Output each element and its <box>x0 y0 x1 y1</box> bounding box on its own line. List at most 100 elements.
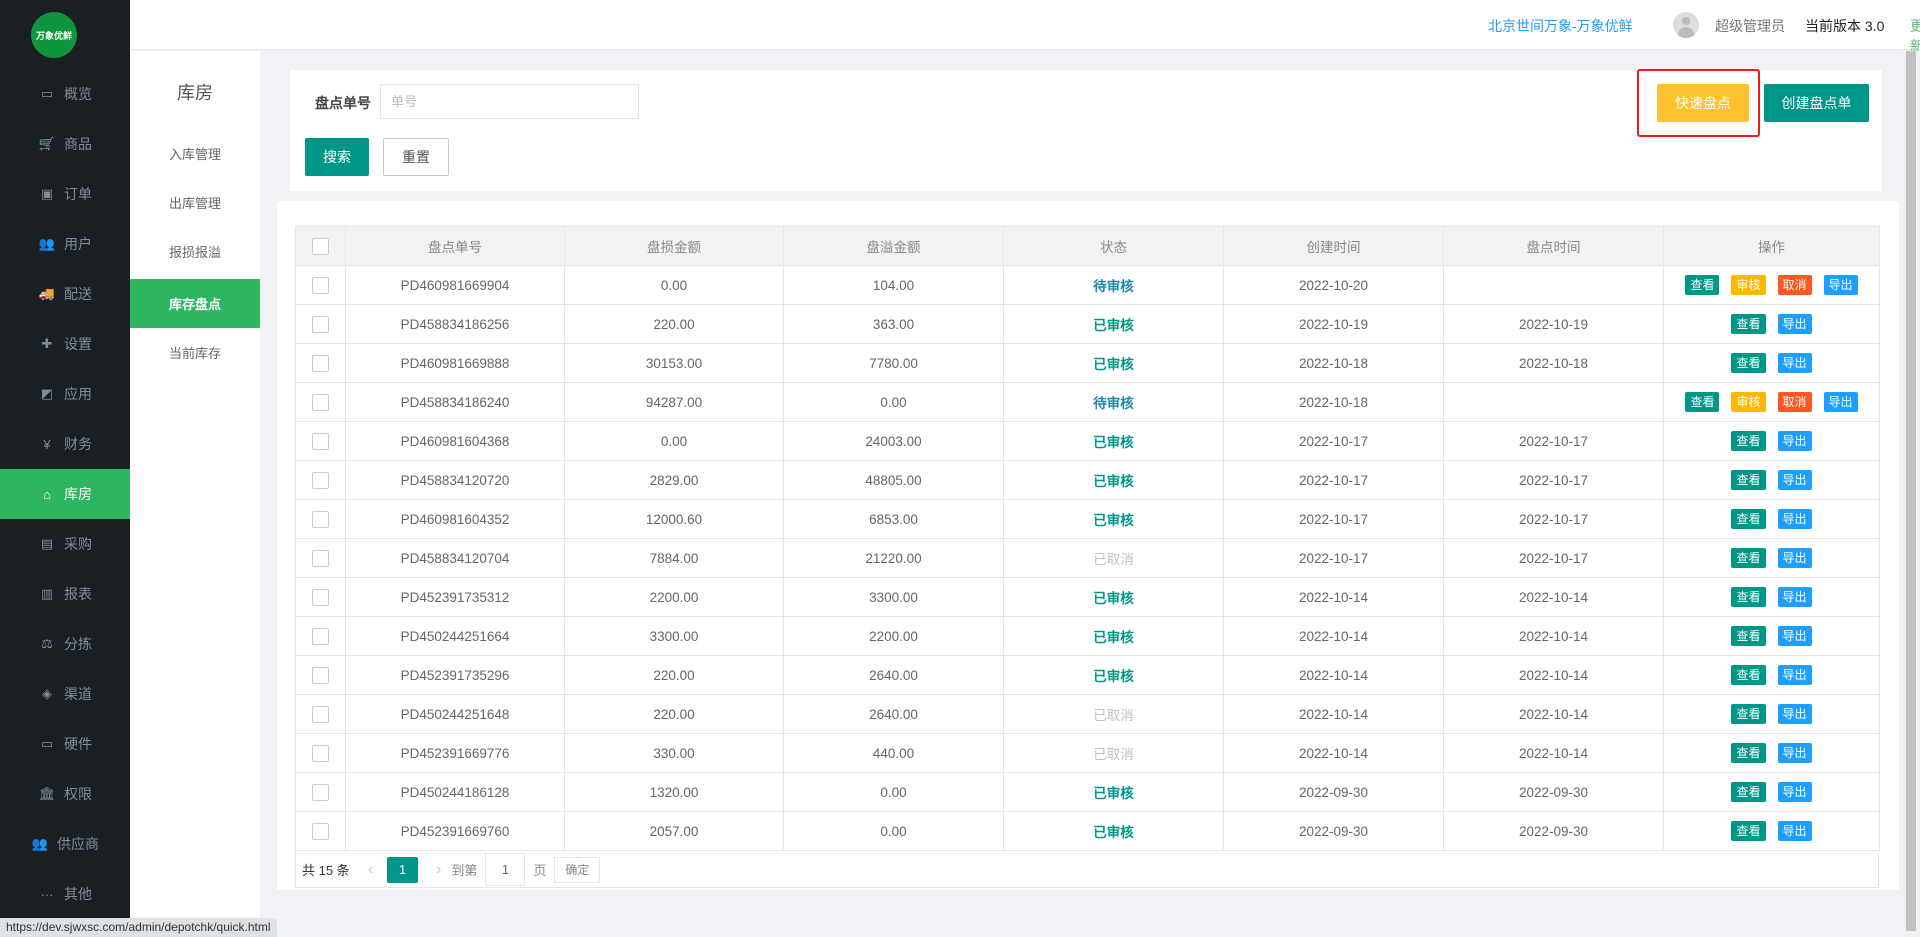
sidebar-item-2[interactable]: ▣ 订单 <box>0 169 130 219</box>
logo[interactable]: 万象优鲜 <box>31 12 77 58</box>
row-checkbox[interactable] <box>312 432 329 450</box>
view-button[interactable]: 查看 <box>1731 626 1766 646</box>
export-button[interactable]: 导出 <box>1777 665 1812 685</box>
subnav-item-4[interactable]: 当前库存 <box>130 328 260 377</box>
select-cell <box>295 811 346 851</box>
subnav-item-2[interactable]: 报损报溢 <box>130 227 260 276</box>
update-link[interactable]: 更新 <box>1910 16 1920 56</box>
export-button[interactable]: 导出 <box>1777 431 1812 451</box>
cancel-button[interactable]: 取消 <box>1777 275 1812 295</box>
view-button[interactable]: 查看 <box>1731 665 1766 685</box>
gain-amount: 0.00 <box>783 772 1004 812</box>
sidebar-item-5[interactable]: ✚ 设置 <box>0 319 130 369</box>
view-button[interactable]: 查看 <box>1685 275 1720 295</box>
export-button[interactable]: 导出 <box>1777 782 1812 802</box>
page-input[interactable] <box>485 853 526 886</box>
export-button[interactable]: 导出 <box>1777 704 1812 724</box>
sidebar-item-11[interactable]: ⚖ 分拣 <box>0 619 130 669</box>
cancel-button[interactable]: 取消 <box>1777 392 1812 412</box>
company-name[interactable]: 北京世间万象-万象优鲜 <box>1488 16 1633 36</box>
sidebar-item-label: 用户 <box>64 236 92 252</box>
row-checkbox[interactable] <box>312 744 329 762</box>
sidebar-item-16[interactable]: ··· 其他 <box>0 869 130 919</box>
select-all-checkbox[interactable] <box>312 237 329 255</box>
audit-button[interactable]: 审核 <box>1731 275 1766 295</box>
reset-button[interactable]: 重置 <box>383 138 449 176</box>
sidebar-item-9[interactable]: ▤ 采购 <box>0 519 130 569</box>
sidebar-item-1[interactable]: 🛒 商品 <box>0 119 130 169</box>
export-button[interactable]: 导出 <box>1777 743 1812 763</box>
checked-date: 2022-10-18 <box>1443 343 1664 383</box>
row-checkbox[interactable] <box>312 783 329 801</box>
create-stocktake-button[interactable]: 创建盘点单 <box>1764 84 1869 122</box>
gain-amount: 3300.00 <box>783 577 1004 617</box>
loss-amount: 0.00 <box>564 421 784 461</box>
row-checkbox[interactable] <box>312 510 329 528</box>
view-button[interactable]: 查看 <box>1731 353 1766 373</box>
row-checkbox[interactable] <box>312 354 329 372</box>
export-button[interactable]: 导出 <box>1777 821 1812 841</box>
row-checkbox[interactable] <box>312 666 329 684</box>
export-button[interactable]: 导出 <box>1777 509 1812 529</box>
sidebar-item-10[interactable]: ▥ 报表 <box>0 569 130 619</box>
subnav-item-0[interactable]: 入库管理 <box>130 129 260 178</box>
gain-amount: 0.00 <box>783 811 1004 851</box>
row-checkbox[interactable] <box>312 393 329 411</box>
row-checkbox[interactable] <box>312 705 329 723</box>
view-button[interactable]: 查看 <box>1731 431 1766 451</box>
order-no: PD452391735296 <box>345 655 565 695</box>
next-page-icon[interactable]: › <box>436 861 441 879</box>
scrollbar[interactable] <box>1902 51 1920 937</box>
view-button[interactable]: 查看 <box>1685 392 1720 412</box>
row-checkbox[interactable] <box>312 627 329 645</box>
sidebar-item-3[interactable]: 👥 用户 <box>0 219 130 269</box>
sidebar-item-12[interactable]: ◈ 渠道 <box>0 669 130 719</box>
sidebar-item-14[interactable]: 🏛 权限 <box>0 769 130 819</box>
scrollbar-thumb[interactable] <box>1906 51 1916 931</box>
order-no-input[interactable] <box>380 84 639 119</box>
view-button[interactable]: 查看 <box>1731 704 1766 724</box>
export-button[interactable]: 导出 <box>1777 548 1812 568</box>
loss-amount: 2057.00 <box>564 811 784 851</box>
row-checkbox[interactable] <box>312 822 329 840</box>
export-button[interactable]: 导出 <box>1777 626 1812 646</box>
search-button[interactable]: 搜索 <box>305 138 369 176</box>
sidebar-item-4[interactable]: 🚚 配送 <box>0 269 130 319</box>
row-checkbox[interactable] <box>312 315 329 333</box>
view-button[interactable]: 查看 <box>1731 743 1766 763</box>
export-button[interactable]: 导出 <box>1823 275 1858 295</box>
confirm-page-button[interactable]: 确定 <box>554 856 601 883</box>
export-button[interactable]: 导出 <box>1777 353 1812 373</box>
row-checkbox[interactable] <box>312 471 329 489</box>
sidebar-item-15[interactable]: 👥 供应商 <box>0 819 130 869</box>
sidebar-item-label: 商品 <box>64 136 92 152</box>
subnav-item-3[interactable]: 库存盘点 <box>130 279 260 328</box>
view-button[interactable]: 查看 <box>1731 314 1766 334</box>
view-button[interactable]: 查看 <box>1731 782 1766 802</box>
export-button[interactable]: 导出 <box>1777 470 1812 490</box>
sidebar-item-13[interactable]: ▭ 硬件 <box>0 719 130 769</box>
row-checkbox[interactable] <box>312 276 329 294</box>
export-button[interactable]: 导出 <box>1777 587 1812 607</box>
view-button[interactable]: 查看 <box>1731 470 1766 490</box>
sidebar-item-0[interactable]: ▭ 概览 <box>0 69 130 119</box>
view-button[interactable]: 查看 <box>1731 587 1766 607</box>
sidebar-item-8[interactable]: ⌂ 库房 <box>0 469 130 519</box>
export-button[interactable]: 导出 <box>1823 392 1858 412</box>
prev-page-icon[interactable]: ‹ <box>368 861 373 879</box>
export-button[interactable]: 导出 <box>1777 314 1812 334</box>
loss-amount: 330.00 <box>564 733 784 773</box>
avatar[interactable] <box>1673 12 1699 38</box>
user-name[interactable]: 超级管理员 <box>1715 16 1785 36</box>
view-button[interactable]: 查看 <box>1731 509 1766 529</box>
sidebar-item-6[interactable]: ◩ 应用 <box>0 369 130 419</box>
quick-stocktake-button[interactable]: 快速盘点 <box>1657 84 1749 122</box>
subnav-item-1[interactable]: 出库管理 <box>130 178 260 227</box>
sidebar-item-7[interactable]: ¥ 财务 <box>0 419 130 469</box>
row-checkbox[interactable] <box>312 549 329 567</box>
row-checkbox[interactable] <box>312 588 329 606</box>
current-page[interactable]: 1 <box>387 856 419 883</box>
view-button[interactable]: 查看 <box>1731 548 1766 568</box>
view-button[interactable]: 查看 <box>1731 821 1766 841</box>
audit-button[interactable]: 审核 <box>1731 392 1766 412</box>
